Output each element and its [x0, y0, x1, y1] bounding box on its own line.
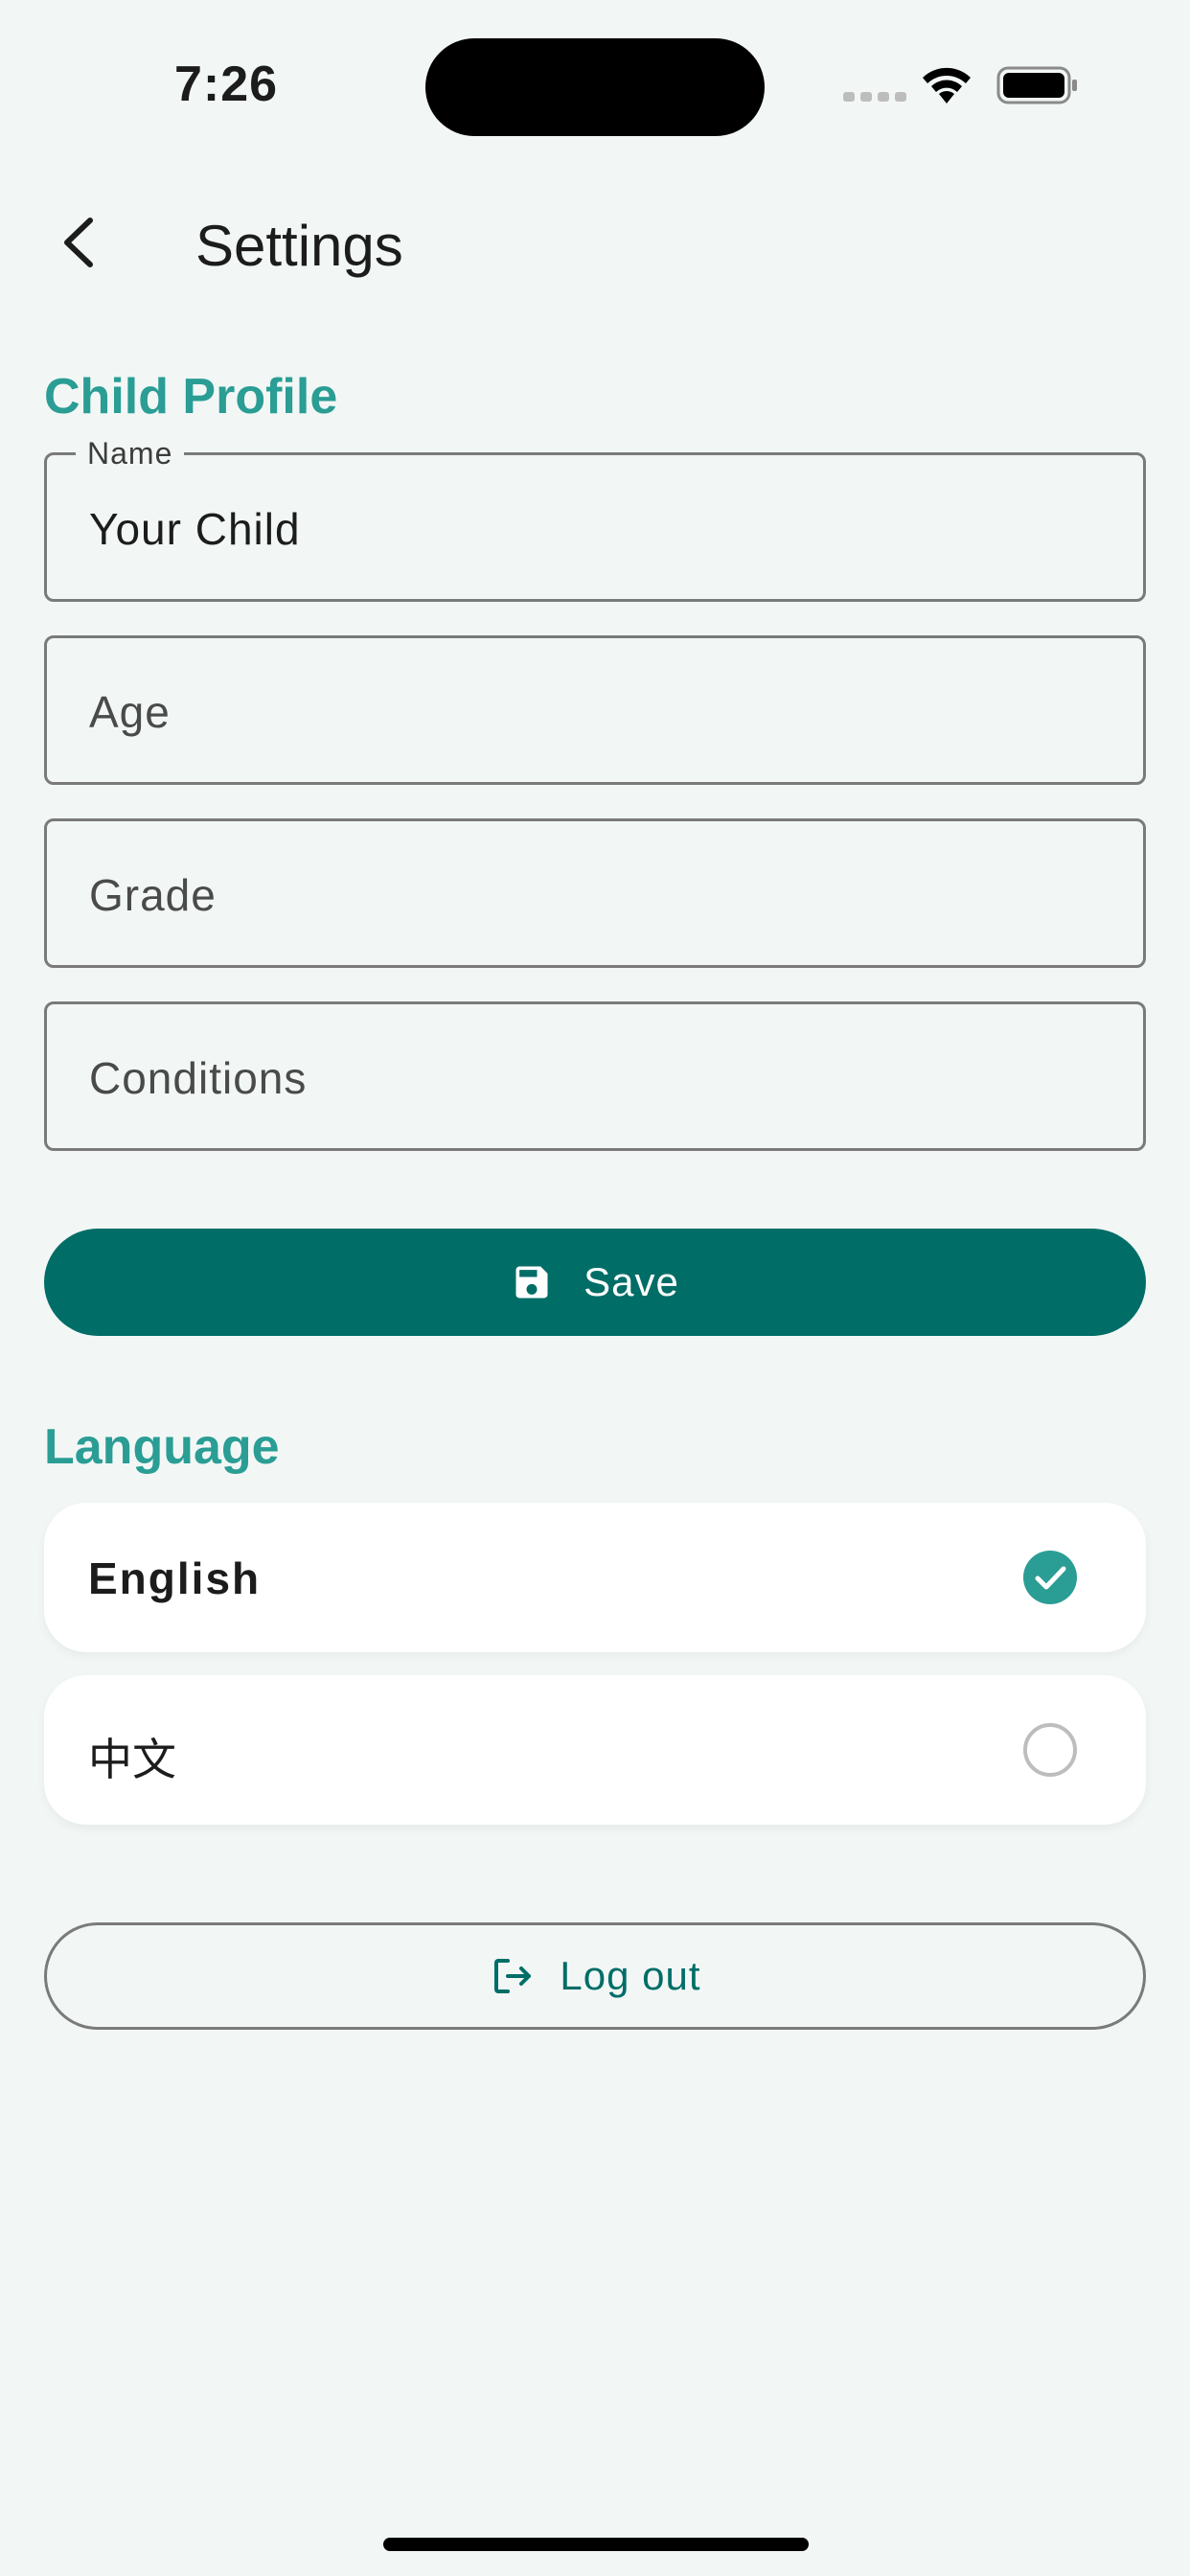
logout-button[interactable]: Log out — [44, 1922, 1146, 2030]
language-option-label: English — [88, 1553, 262, 1603]
check-circle-icon — [1023, 1551, 1077, 1604]
cellular-signal-icon — [843, 92, 906, 102]
save-button[interactable]: Save — [44, 1229, 1146, 1336]
grade-field-placeholder: Grade — [89, 870, 217, 920]
settings-screen: 7:26 Settings Child Profile Name Your Ch… — [0, 0, 1190, 2576]
battery-icon — [996, 66, 1077, 104]
grade-field[interactable]: Grade — [44, 818, 1146, 968]
chevron-left-icon — [64, 218, 93, 267]
home-indicator[interactable] — [383, 2538, 809, 2551]
name-field[interactable]: Name Your Child — [44, 436, 1146, 602]
logout-button-label: Log out — [560, 1953, 701, 1998]
language-option-english[interactable]: English — [44, 1503, 1146, 1652]
radio-unselected-icon — [1023, 1723, 1077, 1777]
status-time: 7:26 — [174, 57, 279, 112]
name-field-value: Your Child — [89, 504, 301, 554]
wifi-icon — [923, 67, 971, 104]
child-profile-section-title: Child Profile — [44, 369, 338, 425]
age-field[interactable]: Age — [44, 635, 1146, 785]
language-section-title: Language — [44, 1419, 280, 1475]
save-icon — [515, 1266, 548, 1299]
conditions-field[interactable]: Conditions — [44, 1001, 1146, 1151]
page-title: Settings — [195, 214, 403, 278]
logout-icon — [494, 1959, 532, 1993]
name-field-label: Name — [76, 436, 185, 472]
back-button[interactable] — [48, 209, 115, 276]
conditions-field-placeholder: Conditions — [89, 1053, 308, 1103]
age-field-placeholder: Age — [89, 687, 171, 737]
save-button-label: Save — [584, 1259, 679, 1304]
language-option-chinese[interactable]: 中文 — [44, 1675, 1146, 1825]
dynamic-island — [425, 38, 765, 136]
language-option-label: 中文 — [88, 1735, 176, 1784]
